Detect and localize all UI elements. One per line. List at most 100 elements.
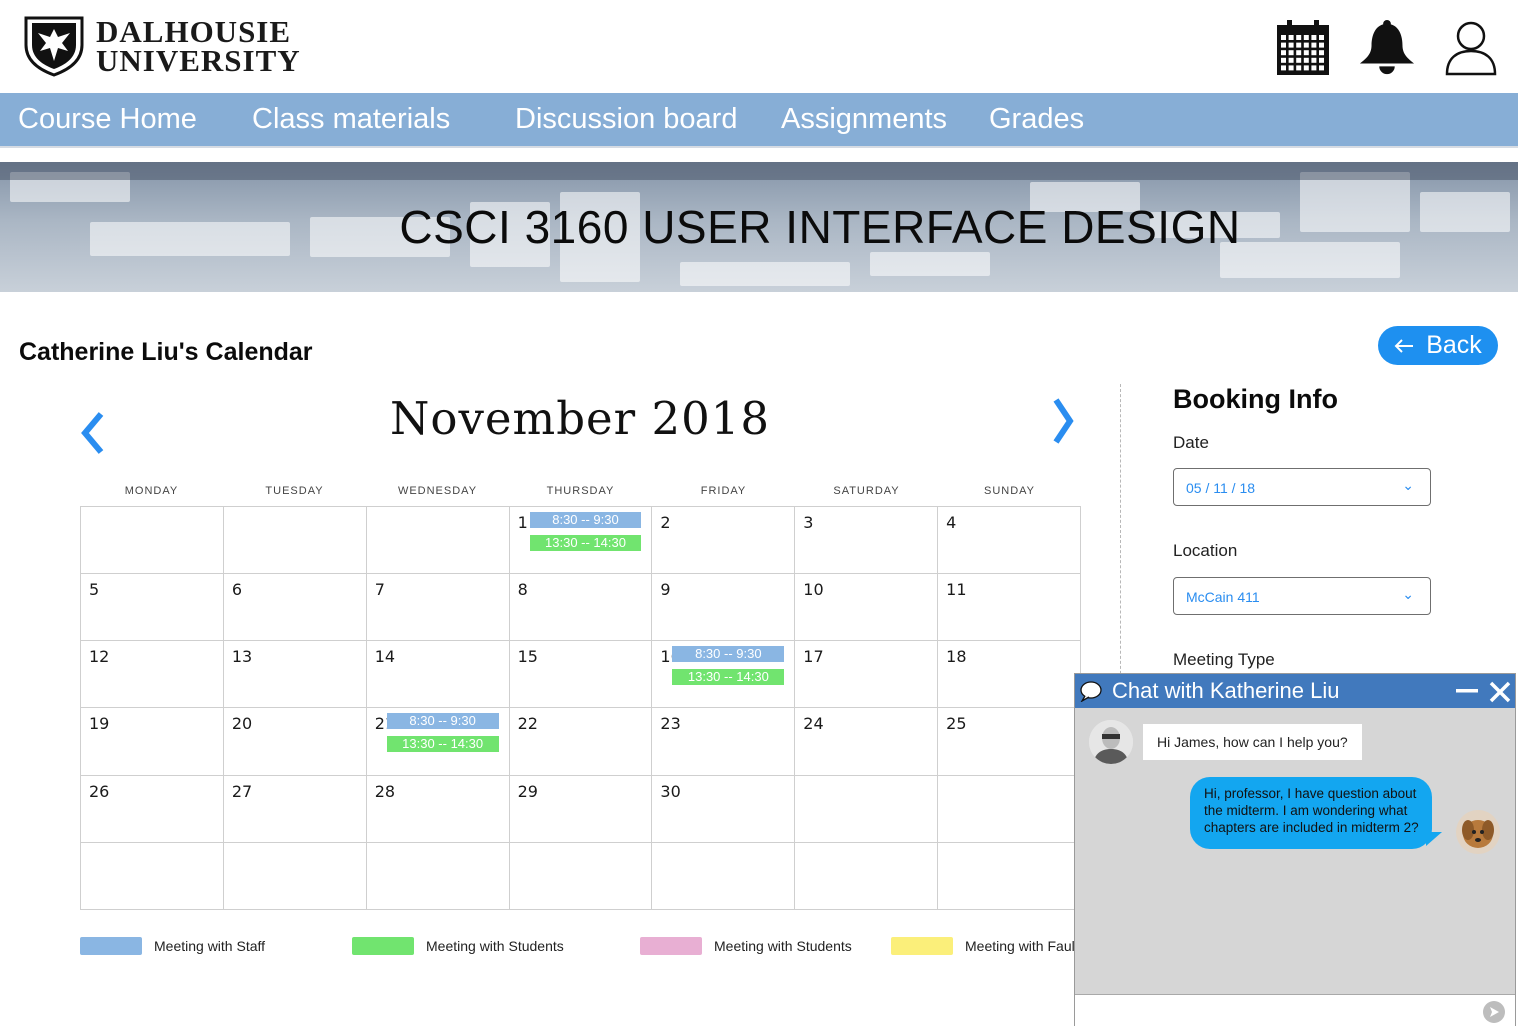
- nav-assignments[interactable]: Assignments: [781, 103, 947, 136]
- legend-label: Meeting with Students: [714, 938, 852, 954]
- student-meeting-slot[interactable]: 13:30 -- 14:30: [672, 669, 785, 686]
- weekday-label: FRIDAY: [700, 485, 747, 497]
- month-title: November 2018: [390, 392, 770, 445]
- day-number: 9: [660, 580, 671, 600]
- calendar-day-cell[interactable]: [223, 842, 367, 910]
- day-number: 19: [89, 714, 110, 734]
- legend-swatch-students: [352, 937, 414, 955]
- chevron-down-icon: ⌄: [1402, 477, 1414, 493]
- calendar-icon[interactable]: [1274, 18, 1332, 78]
- staff-meeting-slot[interactable]: 8:30 -- 9:30: [386, 713, 499, 730]
- calendar-day-cell[interactable]: 7: [366, 574, 510, 642]
- booking-title: Booking Info: [1173, 384, 1338, 414]
- arrow-left-icon: [1394, 338, 1414, 353]
- calendar-day-cell[interactable]: 21 8:30 -- 9:30 13:30 -- 14:30: [366, 708, 510, 776]
- calendar-day-cell[interactable]: 11: [938, 574, 1081, 642]
- professor-avatar: [1089, 720, 1133, 764]
- day-number: 3: [803, 513, 814, 532]
- calendar-day-cell[interactable]: 25: [938, 708, 1081, 776]
- student-meeting-slot[interactable]: 13:30 -- 14:30: [386, 736, 499, 753]
- calendar-day-cell[interactable]: 22: [509, 708, 653, 776]
- send-icon[interactable]: [1483, 1001, 1505, 1023]
- calendar-day-cell[interactable]: 2: [652, 507, 796, 575]
- calendar-day-cell[interactable]: [81, 507, 224, 575]
- prev-month-icon[interactable]: [75, 400, 109, 466]
- nav-class-materials[interactable]: Class materials: [252, 103, 450, 136]
- calendar-day-cell[interactable]: [366, 842, 510, 910]
- calendar-day-cell[interactable]: 24: [795, 708, 939, 776]
- chat-window: Chat with Katherine Liu Hi James, how ca…: [1074, 673, 1516, 1026]
- weekday-label: TUESDAY: [265, 485, 324, 497]
- university-logo[interactable]: DALHOUSIE UNIVERSITY: [22, 15, 301, 77]
- calendar-day-cell[interactable]: 28: [366, 775, 510, 843]
- calendar-day-cell[interactable]: 10: [795, 574, 939, 642]
- legend-label: Meeting with Students: [426, 938, 564, 954]
- calendar-day-cell[interactable]: [938, 842, 1081, 910]
- day-number: 11: [946, 580, 967, 600]
- calendar-day-cell[interactable]: 26: [81, 775, 224, 843]
- legend-item: Meeting with Staff: [80, 936, 265, 956]
- top-header: DALHOUSIE UNIVERSITY: [0, 0, 1518, 93]
- calendar-day-cell[interactable]: 20: [223, 708, 367, 776]
- date-select[interactable]: 05 / 11 / 18 ⌄: [1173, 468, 1431, 506]
- calendar-day-cell[interactable]: 14: [366, 641, 510, 709]
- nav-course-home[interactable]: Course Home: [18, 103, 197, 136]
- day-number: 18: [946, 647, 967, 667]
- calendar-day-cell[interactable]: 6: [223, 574, 367, 642]
- calendar-day-cell[interactable]: 30: [652, 775, 796, 843]
- legend-label: Meeting with Staff: [154, 938, 266, 954]
- calendar-day-cell[interactable]: 4: [938, 507, 1081, 575]
- calendar-day-cell[interactable]: 18: [938, 641, 1081, 709]
- calendar-day-cell[interactable]: 27: [223, 775, 367, 843]
- course-title: CSCI 3160 USER INTERFACE DESIGN: [399, 201, 1241, 253]
- chat-input[interactable]: [1075, 994, 1515, 1026]
- calendar-day-cell[interactable]: 5: [81, 574, 224, 642]
- legend-swatch-students-alt: [640, 937, 702, 955]
- calendar-day-cell[interactable]: [509, 842, 653, 910]
- calendar-day-cell[interactable]: [795, 842, 939, 910]
- legend-item: Meeting with Students: [640, 936, 852, 956]
- chat-header: Chat with Katherine Liu: [1075, 674, 1515, 708]
- calendar-day-cell[interactable]: [795, 775, 939, 843]
- close-icon[interactable]: [1488, 679, 1512, 705]
- student-meeting-slot[interactable]: 13:30 -- 14:30: [529, 535, 642, 551]
- day-number: 27: [231, 781, 253, 801]
- day-number: 26: [89, 781, 110, 801]
- calendar-day-cell[interactable]: 23: [652, 708, 796, 776]
- next-month-icon[interactable]: [1046, 390, 1080, 452]
- weekday-header: MONDAY TUESDAY WEDNESDAY THURSDAY FRIDAY…: [80, 485, 1081, 497]
- calendar-day-cell[interactable]: 8: [509, 574, 653, 642]
- staff-meeting-slot[interactable]: 8:30 -- 9:30: [672, 646, 785, 663]
- location-select[interactable]: McCain 411 ⌄: [1173, 577, 1431, 615]
- calendar-day-cell[interactable]: 16 8:30 -- 9:30 13:30 -- 14:30: [652, 641, 796, 709]
- outgoing-message: Hi, professor, I have question about the…: [1190, 777, 1432, 849]
- calendar-day-cell[interactable]: 13: [223, 641, 367, 709]
- incoming-message: Hi James, how can I help you?: [1143, 724, 1362, 760]
- calendar-day-cell[interactable]: 19: [81, 708, 224, 776]
- panel-divider: [1120, 384, 1121, 684]
- bell-icon[interactable]: [1358, 18, 1416, 78]
- calendar-day-cell[interactable]: [366, 507, 510, 575]
- nav-discussion-board[interactable]: Discussion board: [515, 103, 737, 136]
- back-button[interactable]: Back: [1378, 326, 1498, 365]
- calendar-day-cell[interactable]: 29: [509, 775, 653, 843]
- user-icon[interactable]: [1442, 18, 1500, 78]
- date-label: Date: [1173, 433, 1209, 452]
- calendar-day-cell[interactable]: [81, 842, 224, 910]
- meeting-type-label: Meeting Type: [1173, 650, 1275, 669]
- calendar-day-cell[interactable]: [652, 842, 796, 910]
- location-label: Location: [1173, 541, 1238, 560]
- calendar-day-cell[interactable]: 9: [652, 574, 796, 642]
- calendar-day-cell[interactable]: 1 8:30 -- 9:30 13:30 -- 14:30: [509, 507, 653, 575]
- logo-line-2: UNIVERSITY: [96, 43, 301, 78]
- nav-grades[interactable]: Grades: [989, 103, 1084, 136]
- staff-meeting-slot[interactable]: 8:30 -- 9:30: [529, 512, 642, 528]
- day-number: 8: [517, 580, 528, 600]
- calendar-day-cell[interactable]: 15: [509, 641, 653, 709]
- calendar-day-cell[interactable]: [223, 507, 367, 575]
- calendar-day-cell[interactable]: 3: [795, 507, 939, 575]
- minimize-icon[interactable]: [1455, 678, 1479, 704]
- calendar-day-cell[interactable]: [938, 775, 1081, 843]
- calendar-day-cell[interactable]: 17: [795, 641, 939, 709]
- calendar-day-cell[interactable]: 12: [81, 641, 224, 709]
